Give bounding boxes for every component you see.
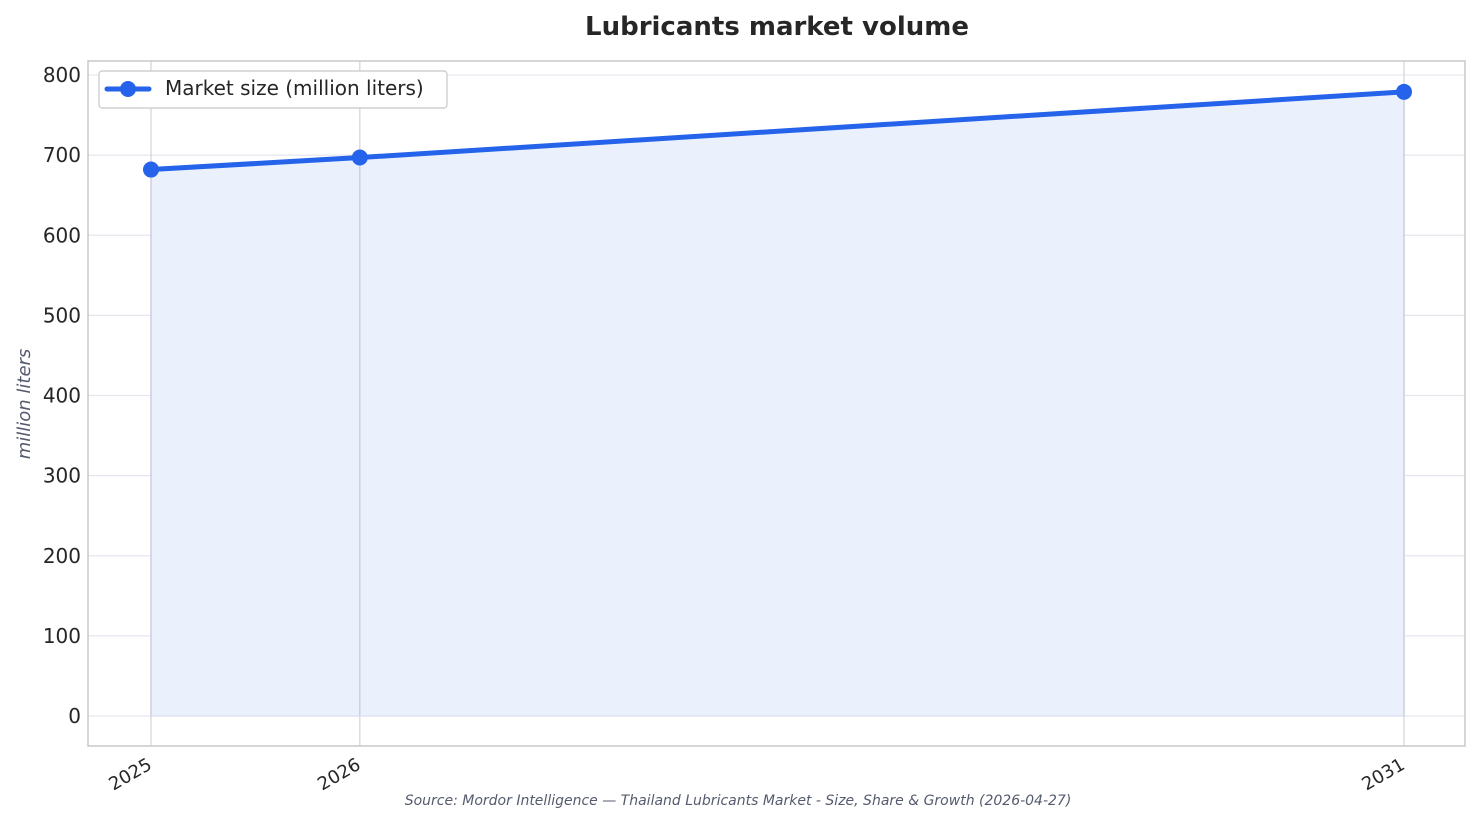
y-axis-ticks: 0 100 200 300 400 500 600 700 800 <box>43 63 81 728</box>
data-point-marker <box>1396 83 1412 100</box>
chart-title: Lubricants market volume <box>585 12 969 42</box>
y-tick-label: 0 <box>68 704 81 728</box>
legend: Market size (million liters) <box>98 70 448 109</box>
data-point-marker <box>143 161 159 178</box>
y-tick-label: 600 <box>43 223 81 247</box>
y-tick-label: 100 <box>43 624 81 648</box>
x-tick-label: 2025 <box>105 754 155 795</box>
data-point-marker <box>351 149 368 166</box>
y-axis-label: million liters <box>14 349 35 460</box>
series-area-fill <box>151 91 1404 717</box>
legend-point-marker <box>120 81 136 97</box>
x-tick-label: 2026 <box>314 754 364 795</box>
y-tick-label: 400 <box>43 384 81 408</box>
y-tick-label: 500 <box>43 303 81 327</box>
legend-label: Market size (million liters) <box>165 76 424 100</box>
source-note: Source: Mordor Intelligence — Thailand L… <box>405 793 1072 809</box>
y-tick-label: 200 <box>43 544 81 568</box>
line-chart: Lubricants market volume 0 100 200 300 400 50… <box>14 12 1466 809</box>
area-fill-layer <box>150 91 1405 717</box>
x-axis-ticks: 2025 2026 2031 <box>105 754 1408 795</box>
y-tick-label: 700 <box>43 143 81 167</box>
chart-container: Lubricants market volume 0 100 200 300 400 50… <box>0 0 1481 824</box>
y-tick-label: 800 <box>43 63 81 87</box>
x-tick-label: 2031 <box>1358 754 1408 795</box>
y-tick-label: 300 <box>43 464 81 488</box>
